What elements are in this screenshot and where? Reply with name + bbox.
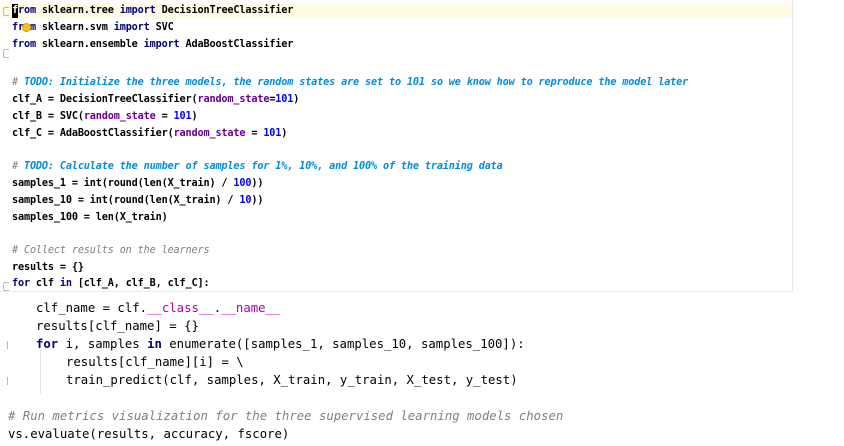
- fold-marker-icon[interactable]: [4, 377, 8, 385]
- code-line[interactable]: vs.evaluate(results, accuracy, fscore): [8, 425, 289, 443]
- code-line[interactable]: clf_A = DecisionTreeClassifier(random_st…: [12, 93, 299, 107]
- comment-line[interactable]: # Run metrics visualization for the thre…: [8, 407, 563, 425]
- code-line[interactable]: clf_C = AdaBoostClassifier(random_state …: [12, 127, 287, 141]
- fold-marker-icon[interactable]: [3, 282, 9, 291]
- indent-guide: [40, 350, 41, 394]
- code-line[interactable]: results = {}: [12, 261, 84, 275]
- code-line[interactable]: for clf in [clf_A, clf_B, clf_C]:: [12, 277, 210, 291]
- text-caret: f: [12, 4, 18, 18]
- code-line[interactable]: samples_100 = len(X_train): [12, 211, 168, 225]
- code-line[interactable]: ffromrom sklearn.tree import DecisionTre…: [12, 4, 293, 18]
- code-line[interactable]: for i, samples in enumerate([samples_1, …: [36, 335, 525, 353]
- editor-bottom-pane[interactable]: clf_name = clf.__class__.__name__ result…: [0, 292, 844, 446]
- code-editor[interactable]: ffromrom sklearn.tree import DecisionTre…: [0, 0, 844, 446]
- code-line[interactable]: clf_name = clf.__class__.__name__: [36, 299, 280, 317]
- todo-comment-line[interactable]: # TODO: Initialize the three models, the…: [12, 76, 688, 90]
- comment-line[interactable]: # Collect results on the learners: [12, 244, 210, 258]
- editor-top-pane[interactable]: ffromrom sklearn.tree import DecisionTre…: [0, 0, 793, 292]
- code-line[interactable]: from sklearn.ensemble import AdaBoostCla…: [12, 38, 293, 52]
- lightbulb-icon[interactable]: [22, 23, 31, 32]
- todo-comment-line[interactable]: # TODO: Calculate the number of samples …: [12, 160, 503, 174]
- code-line[interactable]: samples_10 = int(round(len(X_train) / 10…: [12, 194, 263, 208]
- fold-marker-icon[interactable]: [3, 7, 9, 16]
- code-line[interactable]: train_predict(clf, samples, X_train, y_t…: [66, 371, 518, 389]
- code-line[interactable]: results[clf_name][i] = \: [66, 353, 244, 371]
- code-line[interactable]: results[clf_name] = {}: [36, 317, 199, 335]
- gutter[interactable]: [0, 0, 10, 292]
- code-line[interactable]: samples_1 = int(round(len(X_train) / 100…: [12, 177, 263, 191]
- fold-marker-icon[interactable]: [4, 341, 8, 349]
- fold-marker-icon[interactable]: [3, 49, 9, 58]
- code-line[interactable]: from sklearn.svm import SVC: [12, 21, 174, 35]
- code-line[interactable]: clf_B = SVC(random_state = 101): [12, 110, 198, 124]
